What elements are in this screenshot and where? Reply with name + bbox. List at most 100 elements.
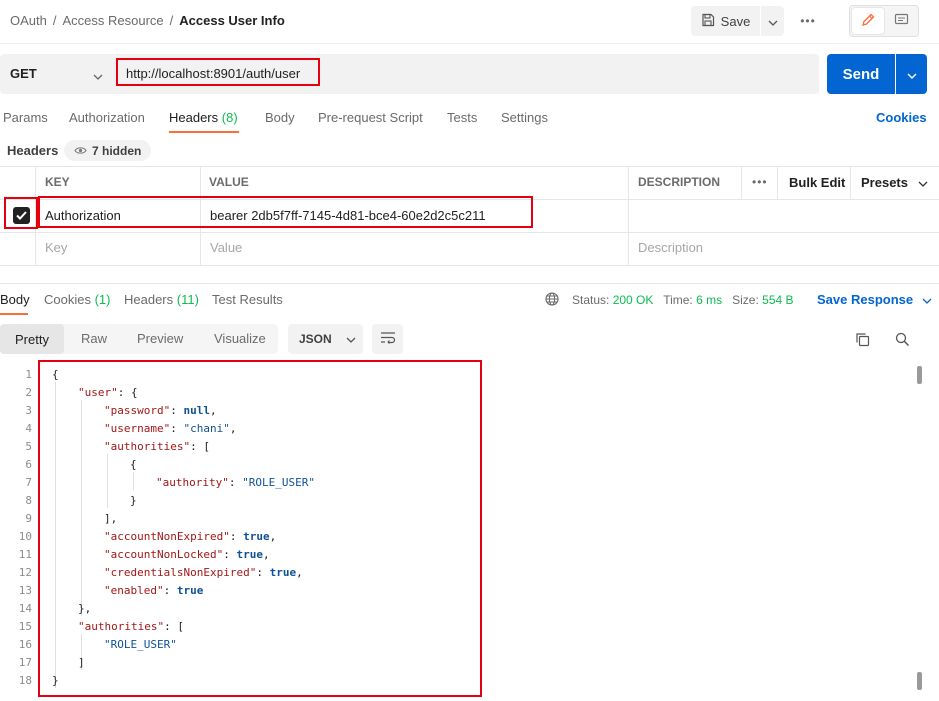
chevron-down-icon[interactable] — [93, 68, 103, 83]
time-value[interactable]: 6 ms — [696, 293, 722, 307]
chevron-down-icon — [907, 67, 917, 82]
tab-params[interactable]: Params — [3, 110, 48, 125]
save-options-button[interactable] — [761, 6, 784, 36]
time-label: Time: — [663, 293, 693, 307]
view-visualize-button[interactable]: Visualize — [214, 331, 266, 346]
globe-icon[interactable] — [545, 292, 559, 309]
annotation-box — [38, 196, 533, 228]
status-value[interactable]: 200 OK — [613, 293, 654, 307]
response-tab-headers-count: (11) — [176, 292, 199, 307]
line-number: 5 — [25, 440, 32, 453]
comments-button[interactable] — [886, 8, 916, 34]
view-preview-button[interactable]: Preview — [137, 331, 183, 346]
presets-dropdown[interactable]: Presets — [861, 175, 928, 190]
scrollbar-thumb[interactable] — [917, 366, 922, 384]
line-number: 1 — [25, 368, 32, 381]
chevron-down-icon — [922, 292, 932, 307]
response-tab-cookies[interactable]: Cookies (1) — [44, 292, 110, 307]
status-label: Status: — [572, 293, 610, 307]
new-description-input[interactable]: Description — [638, 240, 703, 255]
table-border — [0, 232, 939, 233]
view-pretty-button[interactable]: Pretty — [0, 324, 64, 354]
tab-body[interactable]: Body — [265, 110, 295, 125]
pencil-icon — [861, 13, 875, 30]
chevron-down-icon — [918, 175, 928, 190]
comment-icon — [894, 13, 909, 30]
annotation-box — [116, 58, 320, 86]
chevron-down-icon — [346, 332, 356, 346]
table-border — [0, 265, 939, 266]
annotation-box — [38, 360, 482, 697]
tab-tests[interactable]: Tests — [447, 110, 477, 125]
send-button[interactable]: Send — [827, 54, 895, 94]
wrap-icon — [380, 331, 396, 347]
response-tab-headers-label: Headers — [124, 292, 174, 307]
format-select[interactable]: JSON — [288, 324, 363, 354]
breadcrumb-collection[interactable]: OAuth — [10, 13, 47, 28]
save-response-label: Save Response — [817, 292, 914, 307]
scrollbar-thumb[interactable] — [917, 672, 922, 690]
save-button[interactable]: Save — [691, 6, 760, 36]
response-tab-test-results[interactable]: Test Results — [212, 292, 283, 307]
table-divider — [850, 166, 851, 199]
size-value[interactable]: 554 B — [762, 293, 793, 307]
method-select[interactable]: GET — [10, 66, 37, 81]
request-title[interactable]: Access User Info — [179, 13, 285, 28]
response-tab-cookies-label: Cookies — [44, 292, 91, 307]
section-divider — [0, 283, 939, 284]
headers-section-title: Headers — [7, 143, 59, 158]
new-value-input[interactable]: Value — [210, 240, 242, 255]
save-response-dropdown[interactable]: Save Response — [817, 292, 932, 307]
tab-prerequest-script[interactable]: Pre-request Script — [318, 110, 423, 125]
eye-icon — [74, 144, 87, 158]
breadcrumb-separator: / — [52, 13, 57, 28]
hidden-headers-count: 7 hidden — [92, 143, 142, 158]
line-number: 12 — [18, 566, 32, 579]
breadcrumb-folder[interactable]: Access Resource — [62, 13, 163, 28]
response-tab-cookies-count: (1) — [94, 292, 111, 307]
view-raw-button[interactable]: Raw — [81, 331, 107, 346]
annotation-box — [4, 197, 38, 229]
tab-settings[interactable]: Settings — [501, 110, 548, 125]
presets-label: Presets — [861, 175, 908, 190]
wrap-lines-button[interactable] — [372, 324, 403, 354]
line-number: 2 — [25, 386, 32, 399]
response-tab-body[interactable]: Body — [0, 292, 30, 307]
tab-headers-count: (8) — [221, 110, 238, 125]
more-actions-button[interactable]: ••• — [796, 10, 820, 32]
bulk-edit-button[interactable]: Bulk Edit — [789, 175, 845, 190]
line-number: 11 — [18, 548, 32, 561]
copy-icon[interactable] — [855, 332, 870, 350]
line-number: 15 — [18, 620, 32, 633]
line-number: 6 — [25, 458, 32, 471]
table-divider — [777, 166, 778, 199]
tab-headers[interactable]: Headers (8) — [169, 110, 238, 125]
line-number: 16 — [18, 638, 32, 651]
line-number: 8 — [25, 494, 32, 507]
table-divider — [628, 166, 629, 265]
table-border — [0, 166, 939, 167]
active-tab-indicator — [169, 131, 239, 133]
line-number: 3 — [25, 404, 32, 417]
column-options-button[interactable]: ••• — [752, 175, 768, 189]
line-number: 17 — [18, 656, 32, 669]
line-number: 10 — [18, 530, 32, 543]
line-number: 14 — [18, 602, 32, 615]
breadcrumb: OAuth / Access Resource / Access User Info — [10, 13, 285, 28]
cookies-link[interactable]: Cookies — [876, 110, 927, 125]
send-options-button[interactable] — [896, 54, 927, 94]
line-number: 4 — [25, 422, 32, 435]
active-tab-indicator — [0, 313, 28, 315]
line-number: 7 — [25, 476, 32, 489]
new-key-input[interactable]: Key — [45, 240, 67, 255]
save-label: Save — [720, 13, 751, 29]
tab-authorization[interactable]: Authorization — [69, 110, 145, 125]
column-header-description: DESCRIPTION — [638, 175, 721, 189]
response-meta: Status: 200 OK Time: 6 ms Size: 554 B — [572, 293, 794, 307]
response-tab-headers[interactable]: Headers (11) — [124, 292, 199, 307]
save-icon — [701, 13, 715, 30]
edit-mode-button[interactable] — [852, 8, 884, 34]
search-icon[interactable] — [895, 332, 910, 350]
hidden-headers-toggle[interactable]: 7 hidden — [64, 140, 152, 161]
chevron-down-icon — [768, 14, 778, 29]
